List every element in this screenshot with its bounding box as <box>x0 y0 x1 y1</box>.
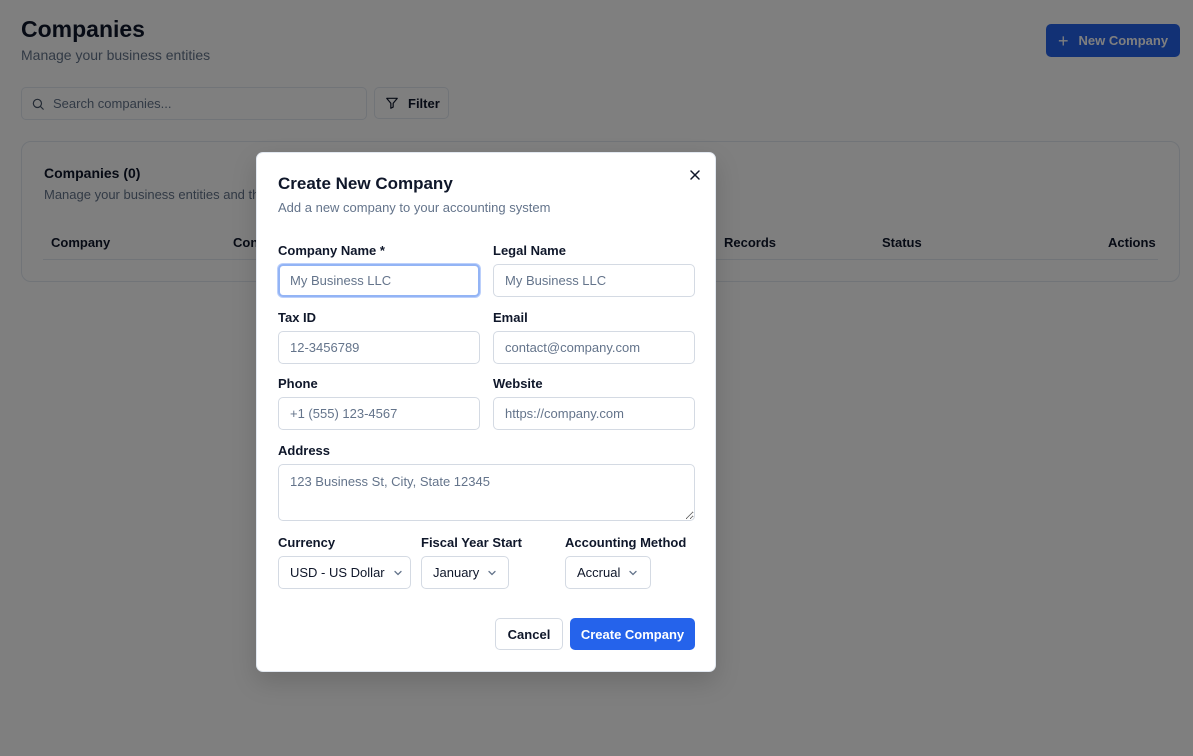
dialog-title: Create New Company <box>278 174 453 193</box>
address-textarea[interactable] <box>278 464 695 521</box>
chevron-down-icon <box>488 570 496 575</box>
address-label: Address <box>278 443 331 458</box>
tax-id-label: Tax ID <box>278 310 317 325</box>
create-company-button[interactable]: Create Company <box>570 618 695 650</box>
accounting-method-value: Accrual <box>577 565 621 580</box>
company-name-input[interactable] <box>278 264 480 297</box>
cancel-button[interactable]: Cancel <box>495 618 563 650</box>
phone-input[interactable] <box>278 397 480 430</box>
chevron-down-icon <box>393 570 402 575</box>
dialog-description: Add a new company to your accounting sys… <box>278 200 551 215</box>
chevron-down-icon <box>629 570 638 575</box>
email-label: Email <box>493 310 528 325</box>
currency-label: Currency <box>278 535 336 550</box>
fiscal-year-start-label: Fiscal Year Start <box>421 535 522 550</box>
close-button[interactable] <box>687 167 703 183</box>
accounting-method-label: Accounting Method <box>565 535 687 550</box>
email-input[interactable] <box>493 331 695 364</box>
fiscal-year-start-select[interactable]: January <box>421 556 509 589</box>
accounting-method-select[interactable]: Accrual <box>565 556 651 589</box>
legal-name-label: Legal Name <box>493 243 566 258</box>
fiscal-year-start-value: January <box>433 565 480 580</box>
website-label: Website <box>493 376 543 391</box>
close-icon <box>690 170 700 180</box>
tax-id-input[interactable] <box>278 331 480 364</box>
currency-value: USD - US Dollar <box>290 565 385 580</box>
website-input[interactable] <box>493 397 695 430</box>
create-company-dialog: Create New Company Add a new company to … <box>256 152 716 672</box>
phone-label: Phone <box>278 376 318 391</box>
company-name-label: Company Name * <box>278 243 385 258</box>
currency-select[interactable]: USD - US Dollar <box>278 556 411 589</box>
legal-name-input[interactable] <box>493 264 695 297</box>
